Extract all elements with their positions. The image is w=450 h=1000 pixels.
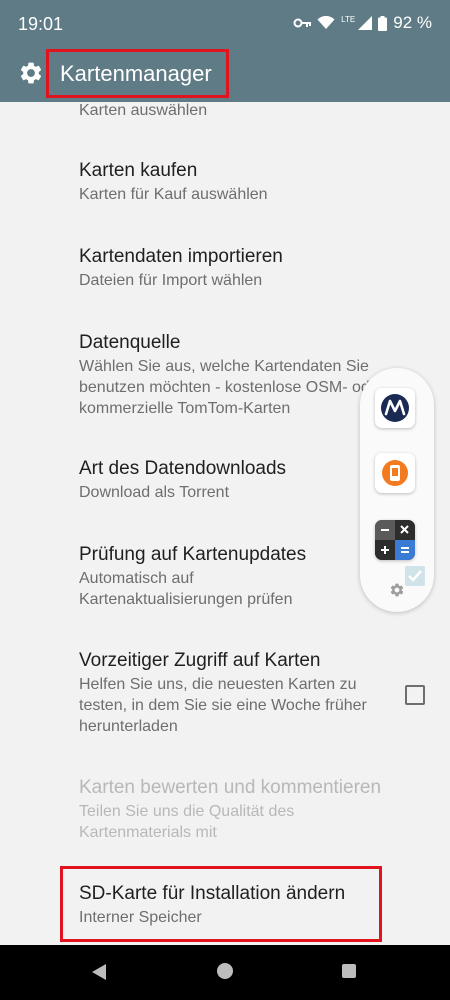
signal-icon (358, 16, 373, 30)
recent-apps-icon[interactable] (342, 964, 356, 978)
list-item-title: Karten bewerten und kommentieren (79, 777, 382, 798)
list-item-title: Art des Datendownloads (79, 458, 287, 479)
list-item-buy-maps[interactable]: Karten kaufen Karten für Kauf auswählen (79, 158, 399, 205)
list-item-title: Karten kaufen (79, 160, 198, 181)
app-bar: Kartenmanager (0, 46, 450, 102)
panel-settings-icon[interactable] (389, 582, 405, 598)
list-item-rate-maps: Karten bewerten und kommentieren Teilen … (79, 775, 382, 843)
list-item-title: SD-Karte für Installation ändern (79, 883, 346, 904)
list-item-title: Datenquelle (79, 332, 181, 353)
list-item-data-source[interactable]: Datenquelle Wählen Sie aus, welche Karte… (79, 330, 399, 419)
phone-manager-app-icon[interactable] (375, 453, 415, 493)
motorola-logo-icon (381, 394, 409, 422)
home-icon[interactable] (217, 963, 233, 979)
list-item-subtitle: Teilen Sie uns die Qualität des Kartenma… (79, 803, 295, 841)
back-icon[interactable] (91, 964, 107, 980)
list-item-select-maps[interactable]: Karten auswählen (79, 102, 399, 121)
motorola-app-icon[interactable] (375, 388, 415, 428)
list-item-subtitle: Karten auswählen (79, 102, 208, 119)
calculator-logo-icon (375, 520, 415, 560)
status-icons: LTE 92 % (293, 13, 432, 33)
list-item-download-type[interactable]: Art des Datendownloads Download als Torr… (79, 456, 399, 503)
map-update-checkbox-checked[interactable] (405, 566, 425, 586)
list-item-subtitle: Download als Torrent (79, 484, 230, 501)
system-nav-bar (0, 945, 450, 1000)
battery-icon (378, 15, 388, 31)
list-item-early-access[interactable]: Vorzeitiger Zugriff auf Karten Helfen Si… (79, 648, 369, 737)
list-item-title: Prüfung auf Kartenupdates (79, 544, 307, 565)
page-title: Kartenmanager (60, 61, 212, 86)
wifi-icon (317, 16, 335, 29)
list-item-title: Vorzeitiger Zugriff auf Karten (79, 650, 321, 671)
list-item-subtitle: Automatisch auf Kartenaktualisierungen p… (79, 570, 293, 608)
list-item-subtitle: Karten für Kauf auswählen (79, 186, 268, 203)
list-item-title: Kartendaten importieren (79, 246, 283, 267)
list-item-sd-card-install[interactable]: SD-Karte für Installation ändern Interne… (79, 881, 399, 928)
early-access-checkbox[interactable] (405, 685, 425, 705)
vpn-key-icon (293, 18, 312, 28)
battery-level: 92 % (393, 13, 432, 32)
list-item-subtitle: Interner Speicher (79, 909, 202, 926)
phone-manager-logo-icon (382, 460, 408, 486)
list-item-map-update-check[interactable]: Prüfung auf Kartenupdates Automatisch au… (79, 542, 344, 610)
gear-icon[interactable] (18, 60, 44, 86)
list-item-subtitle: Dateien für Import wählen (79, 272, 263, 289)
list-item-subtitle: Helfen Sie uns, die neuesten Karten zu t… (79, 676, 367, 735)
list-item-subtitle: Wählen Sie aus, welche Kartendaten Sie b… (79, 358, 385, 417)
status-time: 19:01 (18, 14, 64, 34)
list-item-import-map-data[interactable]: Kartendaten importieren Dateien für Impo… (79, 244, 399, 291)
network-type-label: LTE (341, 14, 356, 24)
status-bar: 19:01 LTE 92 % (0, 0, 450, 46)
calculator-app-icon[interactable] (375, 520, 415, 560)
